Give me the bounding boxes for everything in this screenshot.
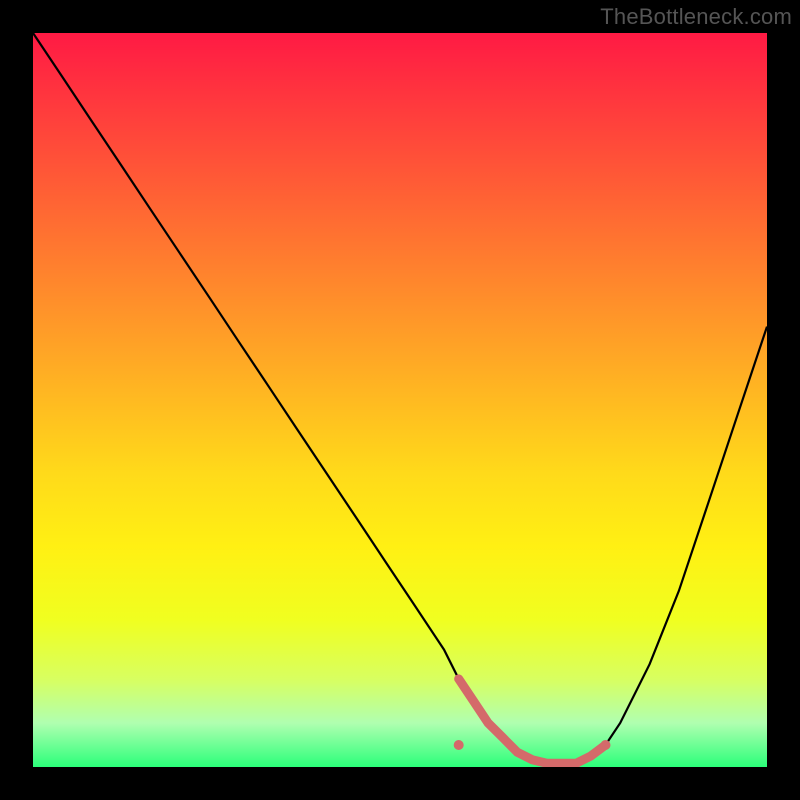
chart-svg: [33, 33, 767, 767]
watermark-label: TheBottleneck.com: [600, 4, 792, 30]
flat-region-end-marker: [601, 740, 611, 750]
chart-frame: TheBottleneck.com: [0, 0, 800, 800]
optimal-region-highlight: [459, 679, 606, 763]
flat-region-start-marker: [454, 740, 464, 750]
bottleneck-curve: [33, 33, 767, 763]
